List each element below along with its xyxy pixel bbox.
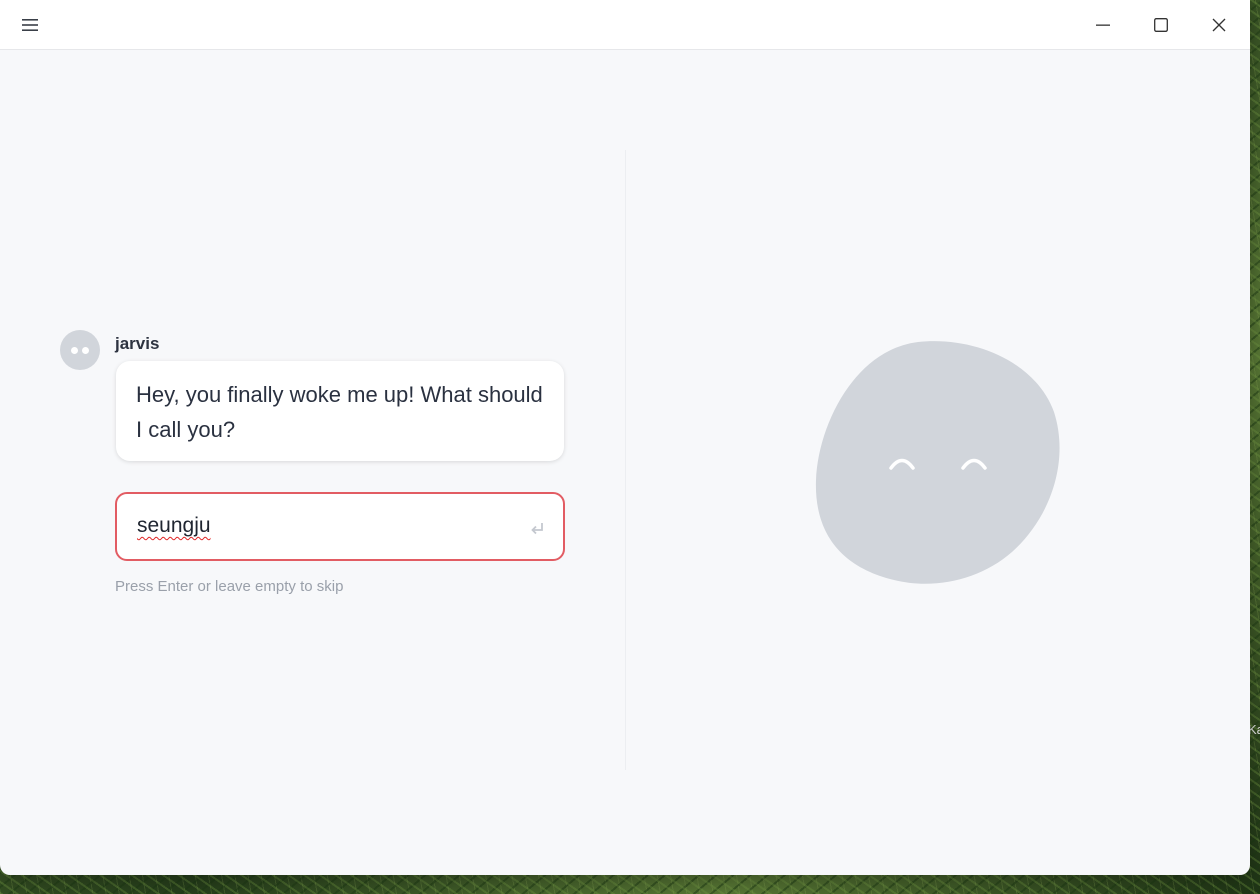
maximize-icon bbox=[1154, 18, 1168, 32]
close-icon bbox=[1212, 18, 1226, 32]
message-bubble: Hey, you finally woke me up! What should… bbox=[116, 361, 564, 461]
enter-return-icon bbox=[531, 523, 543, 535]
close-button[interactable] bbox=[1190, 0, 1248, 50]
menu-button[interactable] bbox=[14, 9, 46, 41]
panel-divider bbox=[625, 150, 626, 770]
input-hint: Press Enter or leave empty to skip bbox=[115, 578, 344, 595]
avatar-eye-left bbox=[71, 346, 78, 354]
character-blob bbox=[815, 341, 1060, 584]
avatar-eye-right bbox=[82, 346, 89, 354]
minimize-icon bbox=[1096, 24, 1110, 26]
minimize-button[interactable] bbox=[1074, 0, 1132, 50]
hamburger-menu-icon bbox=[22, 19, 38, 31]
character-body bbox=[815, 341, 1060, 584]
name-input-value[interactable]: seungju bbox=[137, 514, 211, 538]
sender-name: jarvis bbox=[115, 334, 160, 353]
assistant-avatar bbox=[60, 330, 100, 370]
app-window: jarvis Hey, you finally woke me up! What… bbox=[0, 0, 1250, 875]
title-bar bbox=[0, 0, 1250, 50]
maximize-button[interactable] bbox=[1132, 0, 1190, 50]
name-input[interactable]: seungju bbox=[115, 492, 565, 561]
